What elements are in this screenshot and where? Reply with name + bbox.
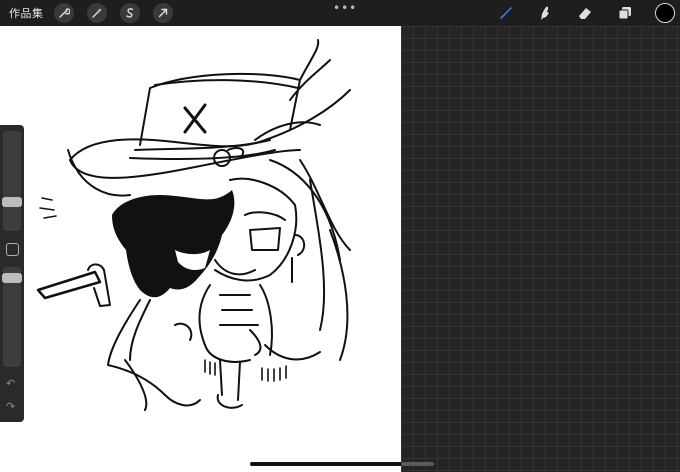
eraser-icon[interactable]	[574, 3, 596, 23]
side-slider-panel: ↶ ↷	[0, 125, 24, 422]
sketch-artwork	[36, 39, 351, 411]
wrench-icon[interactable]	[54, 3, 74, 23]
undo-arrow-icon[interactable]: ↶	[6, 377, 15, 390]
canvas-background-grid	[401, 26, 680, 472]
transform-arrow-icon[interactable]	[153, 3, 173, 23]
smudge-icon[interactable]	[534, 3, 556, 23]
brush-icon[interactable]	[495, 3, 517, 23]
top-toolbar: 作品集 •••	[0, 0, 680, 26]
color-swatch[interactable]	[655, 3, 675, 23]
layers-icon[interactable]	[614, 3, 636, 23]
home-indicator-overlap	[401, 462, 434, 466]
modify-button[interactable]	[6, 243, 19, 256]
opacity-thumb[interactable]	[2, 273, 22, 283]
brush-size-thumb[interactable]	[2, 197, 22, 207]
brush-size-slider[interactable]	[3, 131, 21, 231]
redo-arrow-icon[interactable]: ↷	[6, 400, 15, 413]
selection-icon[interactable]	[120, 3, 140, 23]
magic-wand-icon[interactable]	[87, 3, 107, 23]
more-options-icon[interactable]: •••	[333, 2, 357, 14]
gallery-button[interactable]: 作品集	[9, 5, 44, 21]
drawing-canvas[interactable]	[0, 26, 401, 472]
